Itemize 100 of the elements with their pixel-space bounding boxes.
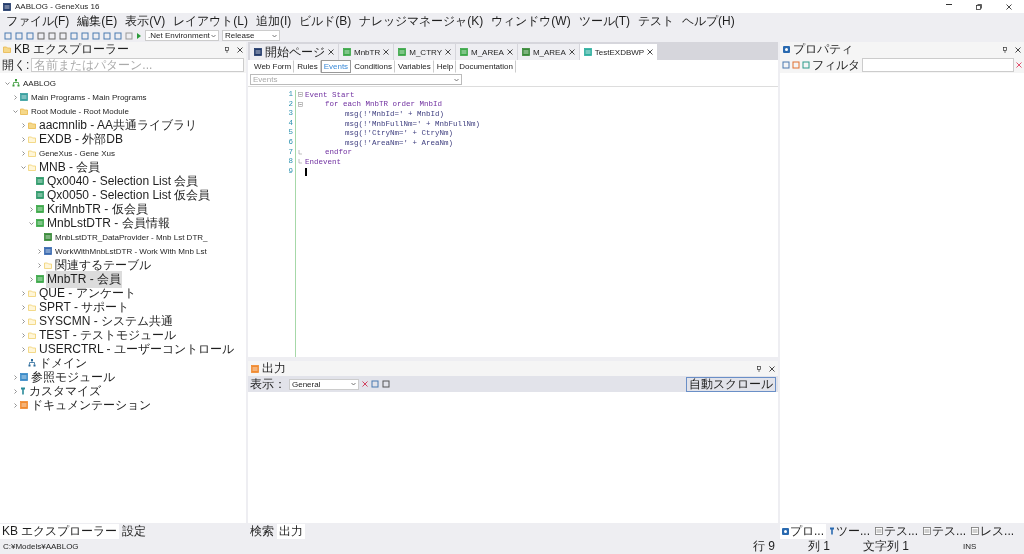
expand-chevron-icon[interactable] — [29, 206, 34, 212]
panel-tab[interactable]: レス... — [969, 523, 1017, 539]
part-tab[interactable]: Variables — [394, 60, 434, 73]
expand-chevron-icon[interactable] — [21, 150, 26, 156]
autoscroll-button[interactable]: 自動スクロール — [686, 376, 776, 392]
document-icon — [875, 527, 884, 535]
collapse-chevron-icon[interactable] — [21, 164, 26, 170]
close-icon[interactable] — [237, 46, 243, 53]
menu-item[interactable]: 編集(E) — [77, 12, 118, 30]
expand-chevron-icon[interactable] — [37, 262, 42, 268]
tree-item[interactable]: AABLOG — [22, 78, 57, 88]
expand-chevron-icon[interactable] — [13, 374, 18, 380]
document-icon — [44, 233, 52, 241]
collapse-chevron-icon[interactable] — [13, 108, 18, 114]
document-icon — [521, 48, 530, 56]
dropdown-caret-icon[interactable] — [211, 33, 216, 38]
filter-label: フィルタ — [812, 56, 860, 74]
document-icon — [583, 48, 592, 56]
expand-chevron-icon[interactable] — [13, 388, 18, 394]
pin-icon[interactable] — [1003, 46, 1007, 53]
dropdown-caret-icon[interactable] — [351, 382, 356, 386]
part-tab[interactable]: Conditions — [351, 60, 395, 73]
expand-chevron-icon[interactable] — [21, 304, 26, 310]
fold-toggle-icon[interactable] — [298, 92, 303, 98]
environment-dropdown[interactable]: .Net Environment — [145, 30, 219, 41]
gear-icon — [783, 46, 790, 53]
part-tab[interactable]: Documentation — [456, 60, 516, 73]
close-icon[interactable] — [1006, 3, 1012, 10]
panel-tab[interactable]: テス... — [921, 523, 969, 539]
menu-item[interactable]: テスト — [638, 12, 674, 30]
minimize-icon[interactable] — [946, 3, 952, 5]
document-tab[interactable]: M_AREA — [456, 44, 517, 60]
restore-icon[interactable] — [976, 3, 982, 10]
document-tab[interactable]: 開始ページ — [250, 44, 338, 60]
dropdown-caret-icon[interactable] — [454, 77, 459, 82]
run-icon[interactable] — [136, 31, 142, 40]
menu-item[interactable]: ナレッジマネージャ(K) — [359, 12, 484, 30]
close-icon[interactable] — [1015, 46, 1021, 53]
close-icon[interactable] — [383, 49, 390, 55]
fold-toggle-icon[interactable] — [298, 101, 303, 107]
menu-item[interactable]: ヘルプ(H) — [682, 12, 735, 30]
document-icon — [460, 48, 468, 56]
panel-tab[interactable]: 出力 — [277, 523, 305, 539]
dropdown-caret-icon[interactable] — [272, 33, 277, 38]
tree-item[interactable]: MnbLstDTR_DataProvider - Mnb Lst DTR_ — [54, 232, 209, 242]
menu-item[interactable]: ウィンドウ(W) — [491, 12, 571, 30]
expand-chevron-icon[interactable] — [21, 136, 26, 142]
filter-field[interactable] — [862, 58, 1014, 72]
expand-chevron-icon[interactable] — [21, 290, 26, 296]
document-tab[interactable]: MnbTR — [339, 44, 394, 60]
menu-item[interactable]: ツール(T) — [578, 12, 630, 30]
close-icon[interactable] — [769, 365, 775, 372]
panel-tab[interactable]: KB エクスプローラー — [0, 523, 120, 539]
configuration-dropdown[interactable]: Release — [222, 30, 280, 41]
panel-tab[interactable]: プロ... — [780, 523, 826, 539]
pin-icon[interactable] — [757, 365, 761, 372]
close-icon[interactable] — [445, 49, 451, 55]
panel-tab[interactable]: テス... — [873, 523, 921, 539]
panel-title: KB エクスプローラー — [14, 41, 130, 58]
expand-chevron-icon[interactable] — [37, 248, 42, 254]
tree-item[interactable]: MnbTR - 会員 — [46, 270, 122, 288]
part-tab[interactable]: Help — [433, 60, 457, 73]
filter-field[interactable]: 名前またはパターン... — [31, 58, 244, 72]
close-icon[interactable] — [647, 49, 654, 55]
document-tab[interactable]: TestEXDBWP — [579, 44, 658, 60]
wrench-icon — [829, 527, 835, 535]
gear-icon — [782, 527, 789, 535]
panel-tab[interactable]: 検索 — [248, 523, 276, 539]
menu-item[interactable]: 表示(V) — [125, 12, 166, 30]
expand-chevron-icon[interactable] — [21, 346, 26, 352]
hierarchy-icon — [28, 359, 36, 367]
collapse-chevron-icon[interactable] — [29, 220, 34, 226]
panel-tab[interactable]: ツー... — [827, 523, 873, 539]
expand-chevron-icon[interactable] — [13, 94, 18, 100]
document-tab[interactable]: M_AREA — [517, 44, 579, 60]
expand-chevron-icon[interactable] — [21, 122, 26, 128]
tree-item[interactable]: WorkWithMnbLstDTR - Work With Mnb Lst — [54, 246, 208, 256]
pin-icon[interactable] — [225, 46, 229, 53]
close-icon[interactable] — [506, 49, 513, 55]
close-icon[interactable] — [328, 49, 334, 55]
expand-chevron-icon[interactable] — [21, 318, 26, 324]
expand-chevron-icon[interactable] — [21, 332, 26, 338]
tree-item[interactable]: Main Programs - Main Programs — [30, 92, 148, 102]
menu-item[interactable]: レイアウト(L) — [173, 12, 248, 30]
tree-item[interactable]: MnbLstDTR - 会員情報 — [46, 214, 171, 232]
menu-item[interactable]: 追加(I) — [256, 12, 292, 30]
menu-item[interactable]: ビルド(B) — [299, 12, 352, 30]
tree-item[interactable]: GeneXus - Gene Xus — [38, 148, 117, 158]
part-tab[interactable]: Events — [320, 60, 352, 73]
close-icon[interactable] — [568, 49, 575, 55]
expand-chevron-icon[interactable] — [13, 402, 18, 408]
panel-tab[interactable]: 設定 — [120, 523, 149, 539]
expand-chevron-icon[interactable] — [29, 276, 34, 282]
document-tab[interactable]: M_CTRY — [394, 44, 455, 60]
part-tab[interactable]: Web Form — [251, 60, 295, 73]
tree-item[interactable]: Root Module - Root Module — [30, 106, 130, 116]
collapse-chevron-icon[interactable] — [5, 80, 10, 86]
part-tab[interactable]: Rules — [294, 60, 321, 73]
show-dropdown[interactable]: General — [289, 378, 359, 390]
menu-item[interactable]: ファイル(F) — [6, 12, 70, 30]
